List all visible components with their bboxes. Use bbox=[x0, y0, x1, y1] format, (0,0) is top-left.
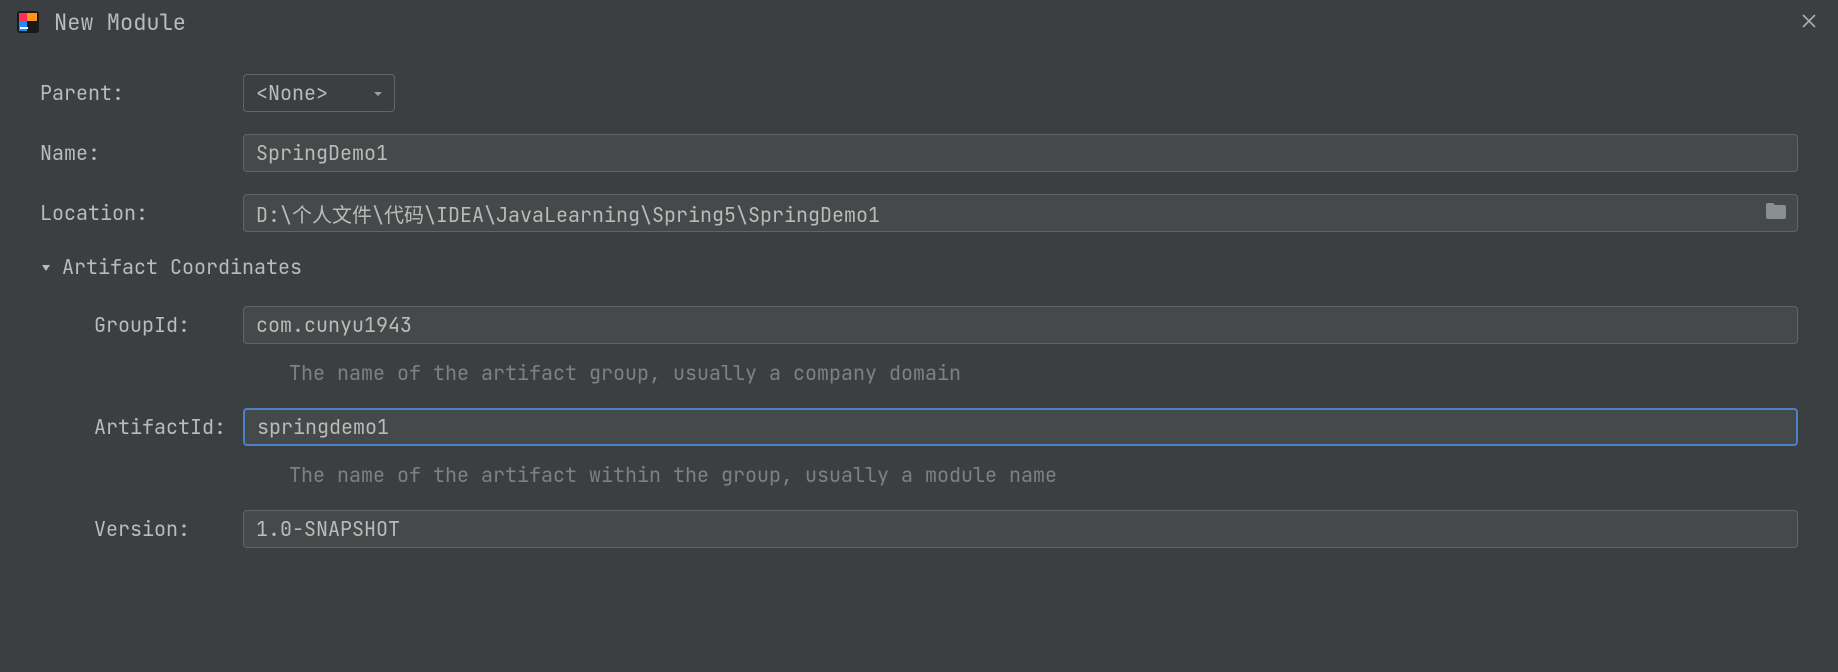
parent-select-value: <None> bbox=[256, 80, 328, 106]
groupid-input[interactable] bbox=[243, 306, 1798, 344]
groupid-hint: The name of the artifact group, usually … bbox=[243, 360, 1798, 386]
artifactid-input-field[interactable] bbox=[257, 414, 1784, 440]
name-input[interactable] bbox=[243, 134, 1798, 172]
parent-label: Parent: bbox=[40, 80, 243, 106]
version-input[interactable] bbox=[243, 510, 1798, 548]
location-input-field[interactable] bbox=[256, 200, 1785, 226]
artifact-coordinates-label: Artifact Coordinates bbox=[62, 254, 302, 280]
version-label: Version: bbox=[40, 516, 243, 542]
parent-select[interactable]: <None> bbox=[243, 74, 395, 112]
version-input-field[interactable] bbox=[256, 516, 1785, 542]
name-label: Name: bbox=[40, 140, 243, 166]
window-title: New Module bbox=[54, 8, 186, 37]
location-label: Location: bbox=[40, 200, 243, 226]
groupid-input-field[interactable] bbox=[256, 312, 1785, 338]
browse-folder-icon[interactable] bbox=[1765, 200, 1787, 226]
name-input-field[interactable] bbox=[256, 140, 1785, 166]
artifact-coordinates-toggle[interactable]: Artifact Coordinates bbox=[40, 254, 1798, 280]
artifactid-label: ArtifactId: bbox=[40, 414, 243, 440]
chevron-down-icon bbox=[372, 80, 384, 106]
close-icon[interactable] bbox=[1796, 8, 1822, 34]
dialog-content: Parent: <None> Name: Location: bbox=[0, 44, 1838, 548]
expand-triangle-icon bbox=[40, 254, 52, 280]
intellij-icon bbox=[16, 10, 40, 34]
titlebar: New Module bbox=[0, 0, 1838, 44]
location-input[interactable] bbox=[243, 194, 1798, 232]
artifactid-input[interactable] bbox=[243, 408, 1798, 446]
artifactid-hint: The name of the artifact within the grou… bbox=[243, 462, 1798, 488]
groupid-label: GroupId: bbox=[40, 312, 243, 338]
